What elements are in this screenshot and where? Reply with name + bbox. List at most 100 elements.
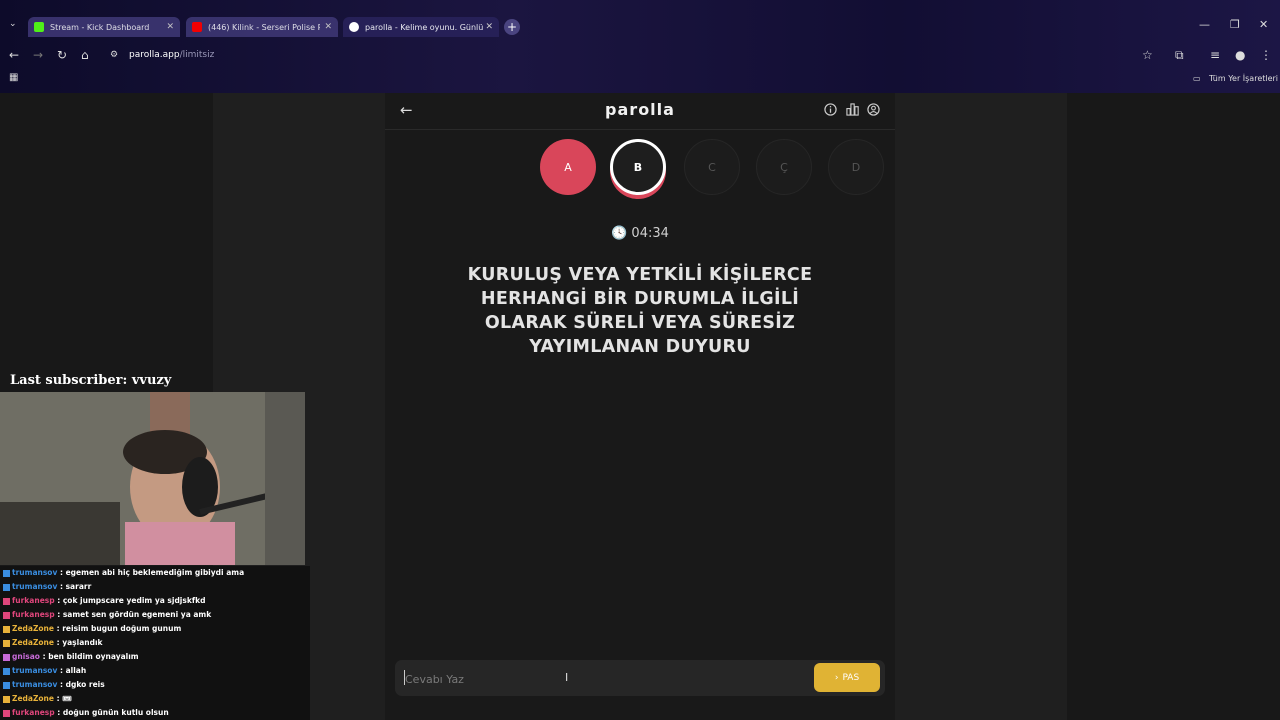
tab-youtube[interactable]: (446) Kilink - Serseri Polise Para ✕	[186, 17, 338, 37]
close-tab-icon[interactable]: ✕	[324, 22, 332, 32]
chat-username: ZedaZone	[12, 694, 54, 703]
tab-strip: ⌄ Stream - Kick Dashboard ✕ (446) Kilink…	[0, 15, 1280, 39]
tab-list-icon[interactable]: ⌄	[9, 19, 17, 29]
webcam-image	[0, 392, 305, 565]
chat-separator: :	[39, 652, 49, 661]
kick-favicon-icon	[34, 22, 44, 32]
chat-message: ZedaZone : yaşlandık	[0, 636, 310, 650]
url-host: parolla.app	[129, 50, 180, 60]
site-info-icon[interactable]: ⚙	[110, 50, 118, 60]
back-icon[interactable]: ←	[9, 48, 19, 62]
profile-avatar[interactable]: ●	[1235, 48, 1245, 62]
chat-badge-icon	[3, 695, 10, 703]
answer-input[interactable]	[403, 667, 802, 691]
chat-message: gnisao : ben bildim oynayalım	[0, 650, 310, 664]
tab-title: Stream - Kick Dashboard	[50, 22, 150, 32]
chat-text: çok jumpscare yedim ya sjdjskfkd	[62, 596, 206, 605]
chat-text: doğun günün kutlu olsun	[62, 708, 169, 717]
chat-separator: :	[53, 694, 63, 703]
chat-overlay: trumansov : egemen abi hiç beklemediğim …	[0, 566, 310, 720]
parolla-favicon-icon	[349, 22, 359, 32]
answer-bar: › PAS	[395, 660, 885, 696]
profile-icon[interactable]	[867, 103, 880, 116]
all-bookmarks-link[interactable]: Tüm Yer İşaretleri	[1209, 74, 1278, 83]
webcam-feed	[0, 392, 305, 565]
bookmarks-folder-icon[interactable]: ▭	[1193, 74, 1201, 83]
info-icon[interactable]	[824, 103, 837, 116]
timer: 🕓 04:34	[385, 226, 895, 241]
youtube-favicon-icon	[192, 22, 202, 32]
chat-text: yaşlandık	[62, 638, 103, 647]
chat-username: furkanesp	[12, 596, 55, 605]
restore-icon[interactable]: ❐	[1230, 18, 1240, 31]
tab-title: (446) Kilink - Serseri Polise Para	[208, 22, 320, 32]
chat-separator: :	[57, 568, 66, 577]
chat-username: ZedaZone	[12, 638, 54, 647]
chat-text: samet sen gördün egemeni ya amk	[62, 610, 212, 619]
address-bar[interactable]: parolla.app/limitsiz	[129, 50, 214, 60]
new-tab-button[interactable]: +	[504, 19, 520, 35]
close-tab-icon[interactable]: ✕	[166, 22, 174, 32]
clue-text: KURULUŞ VEYA YETKİLİ KİŞİLERCE HERHANGİ …	[467, 265, 813, 357]
chat-separator: :	[57, 666, 66, 675]
chat-separator: :	[54, 610, 63, 619]
tab-title: parolla - Kelime oyunu. Günlük	[365, 22, 483, 32]
home-icon[interactable]: ⌂	[81, 48, 89, 62]
tab-kick-dashboard[interactable]: Stream - Kick Dashboard ✕	[28, 17, 180, 37]
letter-circle-c-cedilla: Ç	[756, 139, 812, 195]
bookmark-star-icon[interactable]: ☆	[1142, 48, 1153, 62]
extensions-icon[interactable]: ⧉	[1175, 48, 1184, 63]
parolla-app: ← parolla A B C Ç D 🕓 04:34 KURULUŞ VEYA…	[385, 93, 895, 720]
chat-username: furkanesp	[12, 708, 55, 717]
chat-username: ZedaZone	[12, 624, 54, 633]
letter-circle-b: B	[610, 139, 666, 195]
chat-username: trumansov	[12, 666, 58, 675]
chat-badge-icon	[3, 583, 10, 591]
chat-badge-icon	[3, 611, 10, 619]
chat-message: trumansov : sararr	[0, 580, 310, 594]
tab-parolla[interactable]: parolla - Kelime oyunu. Günlük ✕	[343, 17, 499, 37]
letter-circle-d: D	[828, 139, 884, 195]
chat-separator: :	[53, 624, 63, 633]
chat-separator: :	[54, 596, 63, 605]
pass-button[interactable]: › PAS	[814, 663, 880, 692]
close-tab-icon[interactable]: ✕	[485, 22, 493, 32]
chat-text: 🎟	[62, 694, 72, 703]
chat-text: ben bildim oynayalım	[48, 652, 139, 661]
chat-message: trumansov : allah	[0, 664, 310, 678]
mouse-cursor-ibeam-icon: I	[565, 671, 569, 684]
chat-message: trumansov : dgko reis	[0, 678, 310, 692]
chat-badge-icon	[3, 709, 10, 717]
chat-message: furkanesp : samet sen gördün egemeni ya …	[0, 608, 310, 622]
chat-text: sararr	[65, 582, 92, 591]
clock-icon: 🕓	[611, 226, 628, 241]
stats-icon[interactable]	[846, 103, 859, 116]
minimize-icon[interactable]: —	[1199, 18, 1210, 31]
chat-badge-icon	[3, 681, 10, 689]
apps-grid-icon[interactable]: ▦	[9, 72, 18, 83]
menu-icon[interactable]: ⋮	[1260, 48, 1272, 62]
window-close-icon[interactable]: ✕	[1259, 18, 1268, 31]
browser-chrome: ⌄ Stream - Kick Dashboard ✕ (446) Kilink…	[0, 0, 1280, 93]
chat-badge-icon	[3, 569, 10, 577]
chat-separator: :	[57, 680, 66, 689]
chat-separator: :	[54, 708, 63, 717]
right-blank-area	[1067, 93, 1280, 720]
letter-circle-a: A	[540, 139, 596, 195]
chat-separator: :	[57, 582, 66, 591]
chat-username: trumansov	[12, 568, 58, 577]
app-header: ← parolla	[385, 93, 895, 130]
forward-icon[interactable]: →	[33, 48, 43, 62]
reload-icon[interactable]: ↻	[57, 48, 67, 62]
chat-username: trumansov	[12, 680, 58, 689]
media-icon[interactable]: ≡	[1210, 48, 1220, 62]
chat-message: furkanesp : çok jumpscare yedim ya sjdjs…	[0, 594, 310, 608]
chat-badge-icon	[3, 639, 10, 647]
chat-badge-icon	[3, 653, 10, 661]
chat-text: dgko reis	[65, 680, 105, 689]
chat-username: furkanesp	[12, 610, 55, 619]
chat-message: trumansov : egemen abi hiç beklemediğim …	[0, 566, 310, 580]
chat-badge-icon	[3, 667, 10, 675]
chat-badge-icon	[3, 597, 10, 605]
chevron-right-icon: ›	[834, 672, 839, 683]
